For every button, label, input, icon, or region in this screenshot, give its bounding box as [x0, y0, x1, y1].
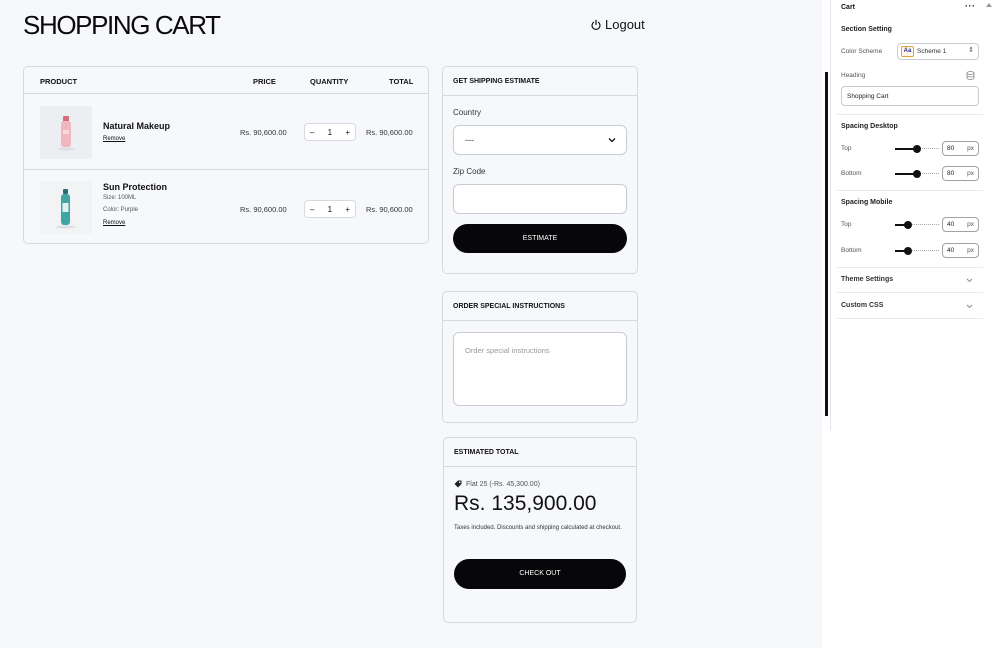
desktop-bottom-value: 80 [947, 170, 955, 177]
divider [837, 114, 983, 115]
product-image[interactable] [40, 106, 92, 159]
discount-text: Flat 25 (-Rs. 45,300.00) [466, 480, 540, 488]
mobile-top-value: 40 [947, 221, 955, 228]
color-scheme-select[interactable]: Aa Scheme 1 ⇕ [897, 43, 979, 60]
spacing-mobile-heading: Spacing Mobile [841, 199, 893, 206]
line-total: Rs. 90,600.00 [366, 128, 413, 137]
custom-css-label: Custom CSS [841, 302, 884, 309]
unit-label: px [967, 145, 974, 152]
header-product: PRODUCT [40, 77, 78, 86]
estimate-button[interactable]: ESTIMATE [453, 224, 627, 253]
line-total: Rs. 90,600.00 [366, 205, 413, 214]
tax-note: Taxes included. Discounts and shipping c… [454, 525, 622, 531]
heading-label: Heading [841, 72, 866, 79]
preview-canvas: SHOPPING CART Logout PRODUCT PRICE QUANT… [0, 0, 822, 648]
logout-label: Logout [605, 17, 645, 32]
mobile-top-label: Top [841, 221, 852, 228]
unit-label: px [967, 170, 974, 177]
estimated-total-amount: Rs. 135,900.00 [454, 492, 597, 515]
logout-button[interactable]: Logout [590, 17, 645, 32]
theme-settings-label: Theme Settings [841, 276, 894, 283]
color-scheme-label: Color Scheme [841, 48, 883, 55]
shipping-estimate-panel: GET SHIPPING ESTIMATE Country --- Zip Co… [442, 66, 638, 274]
mobile-bottom-value: 40 [947, 247, 955, 254]
checkout-button[interactable]: CHECK OUT [454, 559, 626, 589]
desktop-bottom-input[interactable]: 80 px [942, 166, 979, 181]
desktop-top-slider[interactable] [895, 145, 939, 153]
settings-sidebar: Cart ··· Section Setting Color Scheme Aa… [830, 0, 983, 430]
cart-row: Natural Makeup Remove Rs. 90,600.00 – 1 … [24, 95, 428, 170]
quantity-stepper: – 1 + [304, 200, 356, 218]
cart-row: Sun Protection Size: 100ML Color: Purple… [24, 171, 428, 243]
mobile-bottom-slider[interactable] [895, 247, 939, 255]
divider [837, 190, 983, 191]
qty-increment-button[interactable]: + [345, 128, 350, 137]
product-image[interactable] [40, 181, 92, 234]
color-scheme-value: Scheme 1 [917, 48, 947, 55]
special-instructions-title: ORDER SPECIAL INSTRUCTIONS [443, 292, 637, 321]
desktop-top-label: Top [841, 145, 852, 152]
qty-decrement-button[interactable]: – [310, 128, 314, 137]
estimated-total-title: ESTIMATED TOTAL [444, 438, 636, 467]
product-name[interactable]: Natural Makeup [103, 121, 170, 131]
pink-bottle-icon [40, 106, 92, 159]
qty-value[interactable]: 1 [328, 205, 332, 214]
desktop-bottom-slider[interactable] [895, 170, 939, 178]
country-select[interactable]: --- [453, 125, 627, 155]
scroll-up-arrow-icon[interactable] [985, 0, 993, 12]
cart-table-header: PRODUCT PRICE QUANTITY TOTAL [24, 67, 428, 94]
country-value: --- [465, 135, 474, 145]
product-size: Size: 100ML [103, 195, 137, 201]
product-color: Color: Purple [103, 207, 139, 213]
scheme-swatch-icon: Aa [901, 46, 914, 57]
unit-label: px [967, 247, 974, 254]
special-instructions-textarea[interactable]: Order special instructions [453, 332, 627, 406]
shipping-estimate-title: GET SHIPPING ESTIMATE [443, 67, 637, 96]
discount-line: Flat 25 (-Rs. 45,300.00) [454, 480, 540, 488]
qty-value[interactable]: 1 [328, 128, 332, 137]
remove-link[interactable]: Remove [103, 220, 125, 226]
product-price: Rs. 90,600.00 [240, 128, 287, 137]
header-total: TOTAL [389, 77, 414, 86]
unit-label: px [967, 221, 974, 228]
country-label: Country [453, 108, 482, 117]
chevron-down-icon [966, 304, 973, 309]
chevron-down-icon [608, 138, 616, 143]
zip-label: Zip Code [453, 167, 486, 176]
special-instructions-panel: ORDER SPECIAL INSTRUCTIONS Order special… [442, 291, 638, 423]
desktop-top-input[interactable]: 80 px [942, 141, 979, 156]
product-name[interactable]: Sun Protection [103, 182, 167, 192]
zip-code-input[interactable] [453, 184, 627, 214]
preview-scrollbar[interactable] [825, 72, 828, 416]
more-options-button[interactable]: ··· [965, 1, 976, 11]
qty-decrement-button[interactable]: – [310, 205, 314, 214]
page-title: SHOPPING CART [23, 10, 221, 40]
heading-input[interactable]: Shopping Cart [841, 86, 979, 106]
estimated-total-panel: ESTIMATED TOTAL Flat 25 (-Rs. 45,300.00)… [443, 437, 637, 623]
updown-chevron-icon: ⇕ [968, 47, 974, 54]
spacing-desktop-heading: Spacing Desktop [841, 123, 898, 130]
header-price: PRICE [253, 77, 276, 86]
database-icon[interactable] [966, 71, 975, 80]
sidebar-title: Cart [841, 4, 856, 11]
chevron-down-icon [966, 278, 973, 283]
header-quantity: QUANTITY [310, 77, 349, 86]
remove-link[interactable]: Remove [103, 136, 125, 142]
desktop-top-value: 80 [947, 145, 955, 152]
desktop-bottom-label: Bottom [841, 170, 862, 177]
section-setting-heading: Section Setting [841, 26, 892, 33]
power-icon [591, 19, 601, 30]
tag-icon [454, 480, 462, 488]
mobile-top-slider[interactable] [895, 221, 939, 229]
mobile-top-input[interactable]: 40 px [942, 217, 979, 232]
custom-css-accordion[interactable]: Custom CSS [837, 293, 983, 319]
mobile-bottom-label: Bottom [841, 247, 862, 254]
theme-settings-accordion[interactable]: Theme Settings [837, 267, 983, 293]
cart-table: PRODUCT PRICE QUANTITY TOTAL Natural Mak… [23, 66, 429, 244]
teal-bottle-icon [40, 181, 92, 234]
mobile-bottom-input[interactable]: 40 px [942, 243, 979, 258]
quantity-stepper: – 1 + [304, 123, 356, 141]
qty-increment-button[interactable]: + [345, 205, 350, 214]
product-price: Rs. 90,600.00 [240, 205, 287, 214]
